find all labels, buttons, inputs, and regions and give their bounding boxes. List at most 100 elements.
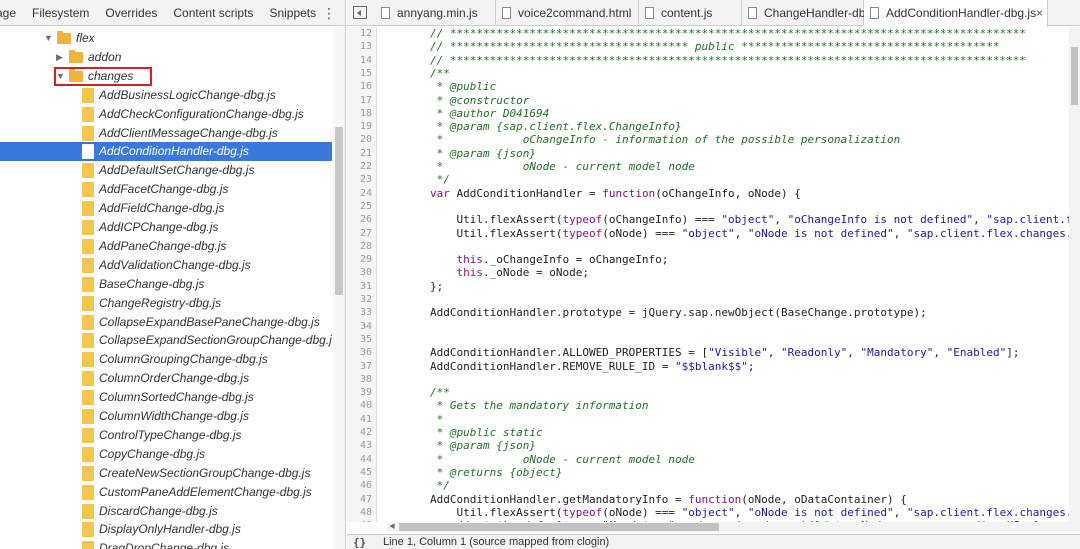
file-row[interactable]: AddCheckConfigurationChange-dbg.js bbox=[0, 105, 332, 124]
editor-vertical-scrollbar[interactable] bbox=[1069, 27, 1080, 522]
file-icon bbox=[82, 427, 94, 443]
file-row[interactable]: DragDropChange-dbg.js bbox=[0, 539, 332, 549]
file-icon bbox=[82, 390, 94, 406]
file-row[interactable]: ControlTypeChange-dbg.js bbox=[0, 426, 332, 445]
code-token: AddConditionHandler.prototype = jQuery.s… bbox=[430, 306, 927, 320]
file-row[interactable]: CollapseExpandBasePaneChange-dbg.js bbox=[0, 313, 332, 332]
editor-horizontal-scrollbar[interactable]: ◀ bbox=[387, 522, 1080, 532]
editor-tab[interactable]: content.js bbox=[639, 0, 742, 26]
file-icon bbox=[82, 238, 94, 254]
code-token: // *************************************… bbox=[430, 53, 1027, 67]
code-line: /** bbox=[430, 67, 450, 80]
code-token: "object" bbox=[681, 226, 735, 240]
file-row[interactable]: AddPaneChange-dbg.js bbox=[0, 237, 332, 256]
file-icon bbox=[82, 371, 94, 387]
editor-tab[interactable]: AddConditionHandler-dbg.js × bbox=[864, 0, 1048, 27]
code-token: * @param {sap.client.flex.ChangeInfo} bbox=[430, 120, 682, 134]
code-editor[interactable]: 12 13 14 15 16 17 18 19 20 21 22 23 24 25 26 27 28 29 30 31… bbox=[347, 27, 1080, 522]
code-line: // *************************************… bbox=[430, 27, 1026, 40]
code-token: var bbox=[430, 186, 457, 200]
file-row[interactable]: AddValidationChange-dbg.js bbox=[0, 256, 332, 275]
file-row[interactable]: DiscardChange-dbg.js bbox=[0, 502, 332, 521]
file-icon bbox=[82, 220, 94, 235]
editor-horizontal-scrollbar-thumb[interactable] bbox=[399, 523, 719, 531]
code-token: * bbox=[430, 412, 444, 426]
file-row[interactable]: ColumnSortedChange-dbg.js bbox=[0, 388, 332, 407]
editor-tab[interactable]: annyang.min.js bbox=[375, 0, 496, 26]
more-tabs-icon[interactable]: ⋮ bbox=[322, 0, 336, 26]
caret-down-icon[interactable]: ▼ bbox=[44, 29, 54, 48]
code-token: , bbox=[774, 213, 788, 227]
file-icon bbox=[82, 106, 94, 122]
tab-filesystem[interactable]: Filesystem bbox=[24, 0, 97, 26]
file-label: AddDefaultSetChange-dbg.js bbox=[99, 163, 255, 178]
file-icon bbox=[82, 163, 94, 179]
tab-overrides[interactable]: Overrides bbox=[97, 0, 165, 26]
file-icon bbox=[645, 7, 654, 19]
pretty-print-button[interactable]: {} bbox=[353, 535, 366, 549]
file-icon bbox=[82, 87, 94, 103]
folder-row-changes[interactable]: ▼ changes bbox=[0, 66, 332, 86]
caret-right-icon[interactable]: ▶ bbox=[56, 48, 66, 67]
file-row[interactable]: AddClientMessageChange-dbg.js bbox=[0, 124, 332, 143]
file-row[interactable]: AddFieldChange-dbg.js bbox=[0, 199, 332, 218]
editor-panel: annyang.min.js voice2command.html content.… bbox=[347, 0, 1080, 549]
code-token: * @param {json} bbox=[430, 146, 536, 160]
line-number: 25 bbox=[359, 200, 372, 212]
file-label: ColumnOrderChange-dbg.js bbox=[99, 371, 250, 386]
file-label: AddCheckConfigurationChange-dbg.js bbox=[99, 106, 304, 121]
close-tab-icon[interactable]: × bbox=[1036, 0, 1043, 26]
tab-snippets[interactable]: Snippets bbox=[261, 0, 324, 26]
file-row[interactable]: ColumnWidthChange-dbg.js bbox=[0, 407, 332, 426]
line-number: 24 bbox=[359, 187, 372, 199]
folder-row-flex[interactable]: ▼ flex bbox=[0, 29, 332, 48]
code-token: "Visible" bbox=[708, 346, 768, 360]
code-token: "oChangeInfo is not defined" bbox=[787, 213, 974, 227]
file-row[interactable]: AddFacetChange-dbg.js bbox=[0, 180, 332, 199]
code-token: this bbox=[430, 266, 483, 280]
file-row[interactable]: AddDefaultSetChange-dbg.js bbox=[0, 161, 332, 180]
file-row[interactable]: AddBusinessLogicChange-dbg.js bbox=[0, 86, 332, 105]
code-line: * oNode - current model node bbox=[430, 160, 695, 173]
file-label: AddPaneChange-dbg.js bbox=[99, 238, 227, 253]
file-row[interactable]: ChangeRegistry-dbg.js bbox=[0, 294, 332, 313]
code-token: function bbox=[602, 186, 656, 200]
line-number: 28 bbox=[359, 240, 372, 252]
code-token: "Readonly" bbox=[781, 346, 848, 360]
file-label: AddValidationChange-dbg.js bbox=[99, 257, 251, 272]
file-row[interactable]: AddConditionHandler-dbg.js bbox=[0, 142, 332, 162]
code-line: * @param {sap.client.flex.ChangeInfo} bbox=[430, 120, 682, 133]
cursor-position: Line 1, Column 1 (source mapped from clo… bbox=[383, 536, 610, 548]
line-number: 32 bbox=[359, 294, 372, 305]
editor-tab-label: voice2command.html bbox=[518, 6, 632, 20]
file-label: ColumnWidthChange-dbg.js bbox=[99, 409, 249, 423]
tab-content-scripts[interactable]: Content scripts bbox=[165, 0, 261, 26]
file-row[interactable]: ColumnOrderChange-dbg.js bbox=[0, 369, 332, 388]
code-area[interactable]: // *************************************… bbox=[378, 27, 1080, 522]
file-row[interactable]: CopyChange-dbg.js bbox=[0, 445, 332, 464]
line-number: 23 bbox=[359, 174, 372, 186]
code-token: * @author D041694 bbox=[430, 106, 550, 120]
file-row[interactable]: DisplayOnlyHandler-dbg.js bbox=[0, 520, 332, 539]
code-token: "Mandatory" bbox=[860, 346, 934, 360]
file-row[interactable]: CollapseExpandSectionGroupChange-dbg.js bbox=[0, 331, 332, 350]
code-token: , bbox=[893, 505, 907, 519]
code-line: * @public bbox=[430, 80, 497, 93]
file-row[interactable]: BaseChange-dbg.js bbox=[0, 275, 332, 294]
file-tree-scrollbar-thumb[interactable] bbox=[335, 127, 343, 295]
editor-tab[interactable]: voice2command.html bbox=[496, 0, 639, 26]
file-label: AddConditionHandler-dbg.js bbox=[99, 144, 249, 159]
scroll-left-icon[interactable]: ◀ bbox=[387, 522, 397, 532]
file-row[interactable]: CreateNewSectionGroupChange-dbg.js bbox=[0, 464, 332, 483]
file-tree-scrollbar[interactable] bbox=[333, 27, 345, 549]
file-row[interactable]: AddICPChange-dbg.js bbox=[0, 218, 332, 237]
file-row[interactable]: CustomPaneAddElementChange-dbg.js bbox=[0, 483, 332, 502]
code-token: * Gets the mandatory information bbox=[430, 399, 649, 413]
toggle-navigator-icon[interactable] bbox=[353, 6, 367, 19]
file-label: DragDropChange-dbg.js bbox=[99, 541, 230, 549]
tab-age[interactable]: age bbox=[0, 0, 24, 26]
file-row[interactable]: ColumnGroupingChange-dbg.js bbox=[0, 350, 332, 369]
editor-vertical-scrollbar-thumb[interactable] bbox=[1071, 47, 1078, 105]
folder-row-addon[interactable]: ▶ addon bbox=[0, 48, 332, 67]
editor-tab[interactable]: ChangeHandler-dbg.js bbox=[742, 0, 884, 26]
